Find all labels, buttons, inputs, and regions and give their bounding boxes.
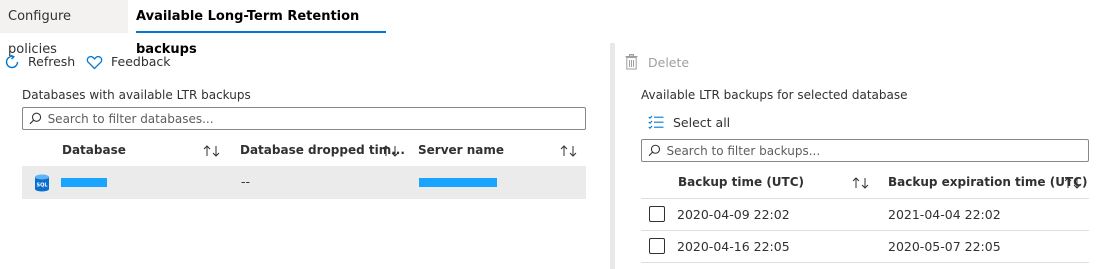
refresh-button[interactable]: Refresh [4, 50, 75, 74]
database-search-box[interactable] [22, 107, 586, 130]
sort-icon[interactable] [560, 145, 578, 157]
tab-available-ltr-backups[interactable]: Available Long-Term Retention backups [128, 0, 388, 57]
select-all-button[interactable]: Select all [648, 112, 730, 132]
expiration-time-cell: 2020-05-07 22:05 [888, 239, 1001, 254]
sort-icon[interactable] [1064, 177, 1082, 189]
database-search-input[interactable] [47, 111, 585, 126]
tab-configure-policies[interactable]: Configure policies [0, 0, 128, 57]
select-all-icon [648, 115, 664, 129]
active-tab-indicator [136, 31, 386, 33]
refresh-label: Refresh [28, 54, 76, 69]
backup-search-box[interactable] [641, 139, 1089, 162]
backup-time-cell: 2020-04-09 22:02 [677, 207, 790, 222]
dropped-time-cell: -- [241, 174, 251, 189]
sql-database-icon: SQL [35, 174, 49, 192]
database-row[interactable]: SQL -- [22, 166, 586, 199]
tab-bar: Configure policies Available Long-Term R… [0, 0, 1099, 57]
delete-button[interactable]: Delete [625, 50, 689, 74]
delete-label: Delete [648, 54, 690, 70]
sort-icon[interactable] [852, 177, 870, 189]
database-name-redacted[interactable] [61, 178, 107, 187]
row-checkbox[interactable] [649, 206, 665, 222]
sql-icon-label: SQL [36, 183, 48, 189]
select-all-label: Select all [673, 114, 731, 130]
column-header-dropped-time[interactable]: Database dropped tim... [240, 136, 405, 164]
left-toolbar: Refresh Feedback [0, 50, 600, 74]
backup-search-input[interactable] [666, 143, 1088, 158]
server-name-redacted [419, 178, 497, 187]
search-icon [648, 144, 661, 157]
right-section-title: Available LTR backups for selected datab… [641, 88, 908, 102]
left-section-title: Databases with available LTR backups [22, 88, 251, 102]
heart-icon [86, 55, 103, 69]
column-header-backup-time[interactable]: Backup time (UTC) [678, 168, 804, 196]
feedback-label: Feedback [111, 54, 171, 69]
row-checkbox[interactable] [649, 238, 665, 254]
search-icon [29, 112, 42, 125]
expiration-time-cell: 2021-04-04 22:02 [888, 207, 1001, 222]
column-header-expiration-time[interactable]: Backup expiration time (UTC) [888, 168, 1087, 196]
pane-divider[interactable] [610, 43, 615, 269]
sort-icon[interactable] [382, 145, 400, 157]
sort-icon[interactable] [203, 145, 221, 157]
backup-row[interactable]: 2020-04-09 22:02 2021-04-04 22:02 [641, 199, 1089, 231]
backup-time-cell: 2020-04-16 22:05 [677, 239, 790, 254]
column-header-server-name[interactable]: Server name [418, 136, 504, 164]
backup-row[interactable]: 2020-04-16 22:05 2020-05-07 22:05 [641, 231, 1089, 263]
feedback-button[interactable]: Feedback [86, 50, 171, 74]
trash-icon [625, 54, 638, 70]
column-header-database[interactable]: Database [62, 136, 126, 164]
refresh-icon [5, 54, 19, 69]
